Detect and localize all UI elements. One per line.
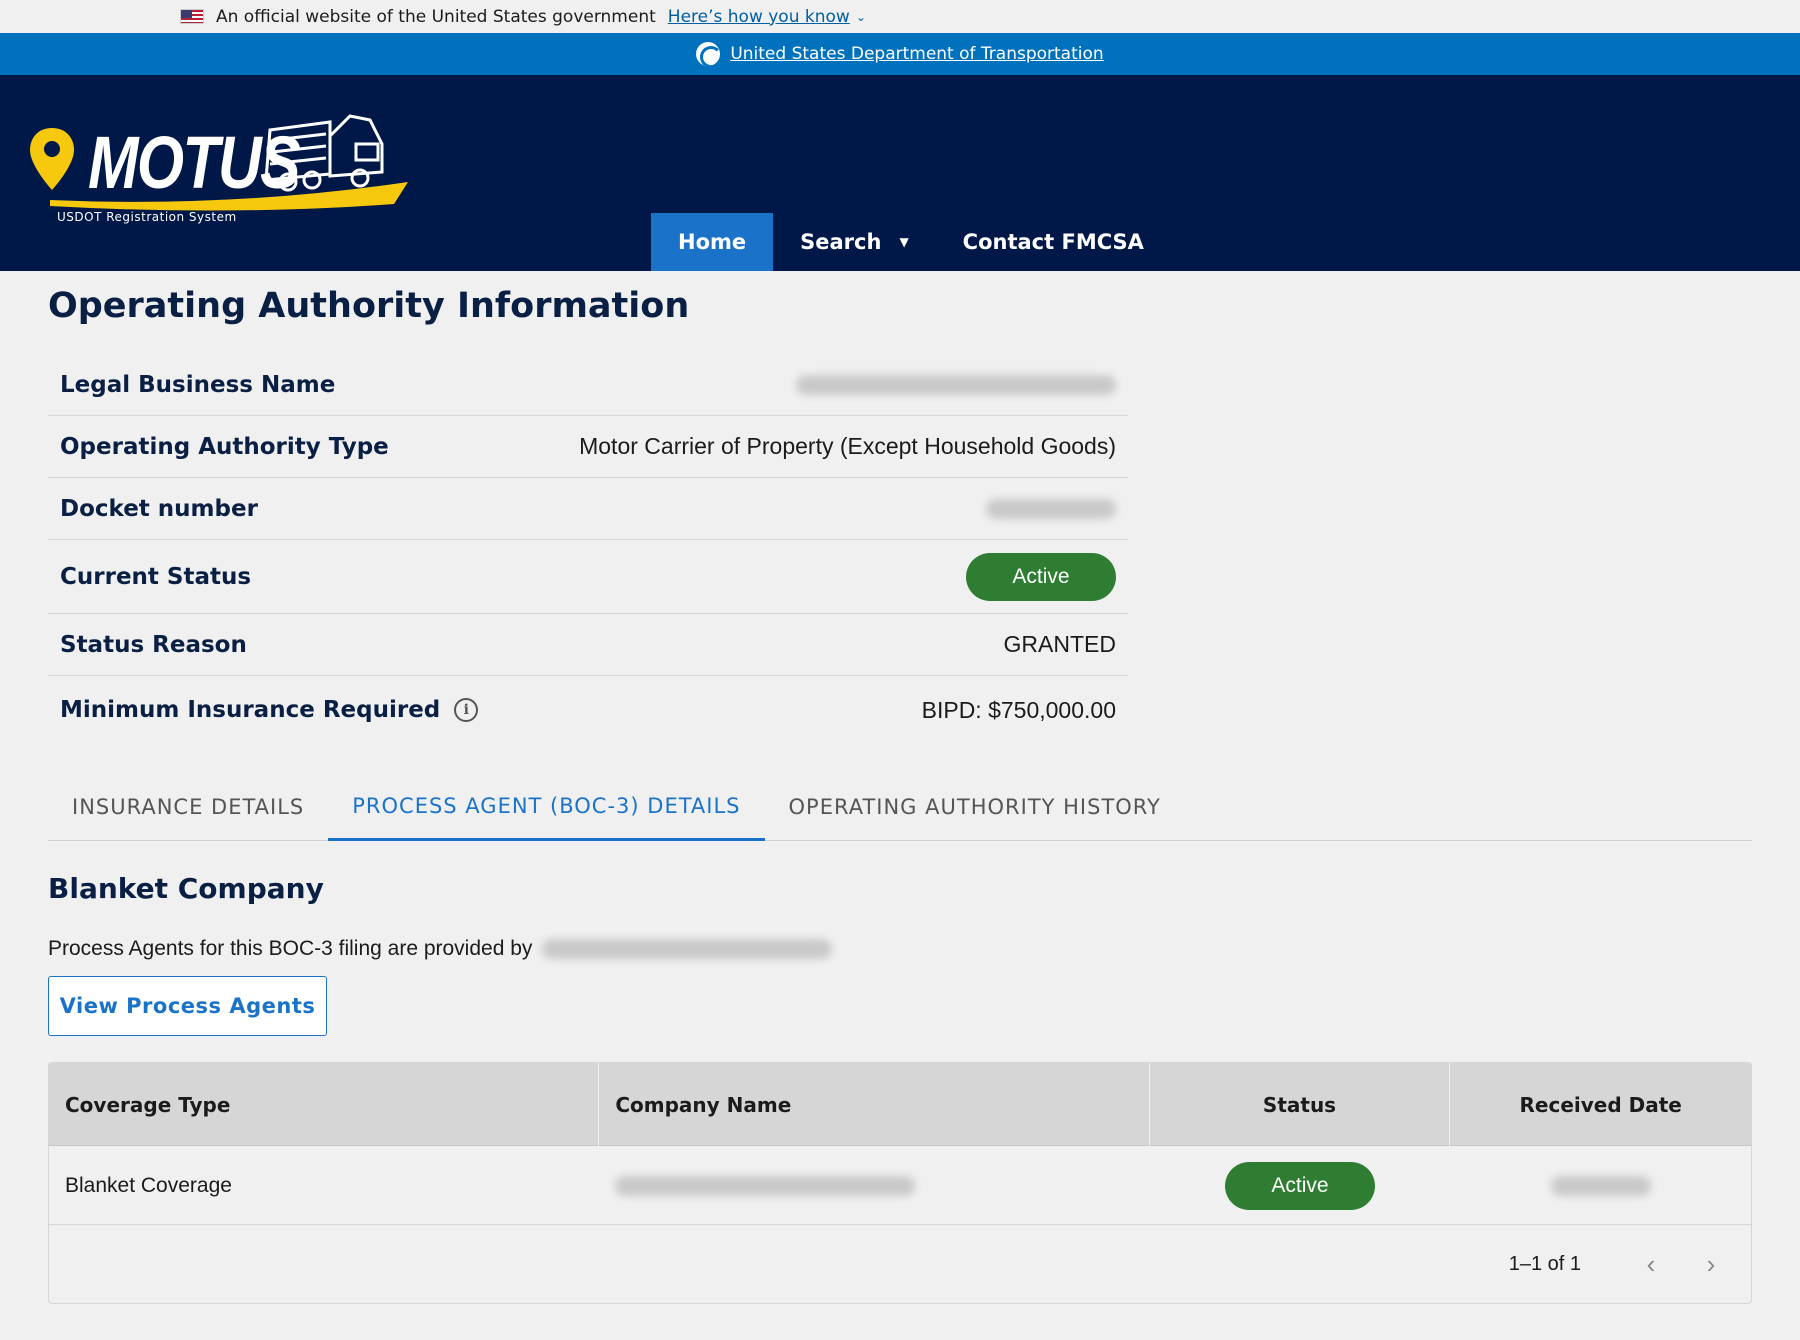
reason-label: Status Reason bbox=[60, 631, 247, 658]
type-label: Operating Authority Type bbox=[60, 433, 389, 460]
info-row-reason: Status Reason GRANTED bbox=[48, 614, 1128, 676]
type-value: Motor Carrier of Property (Except Househ… bbox=[579, 433, 1116, 459]
detail-tabs: INSURANCE DETAILS PROCESS AGENT (BOC-3) … bbox=[48, 773, 1752, 841]
site-header: MOTUS USDOT Registration System Home Sea… bbox=[0, 75, 1800, 271]
coverage-grid: Coverage Type Company Name Status Receiv… bbox=[48, 1062, 1752, 1304]
tab-insurance-details[interactable]: INSURANCE DETAILS bbox=[48, 773, 328, 841]
page-title: Operating Authority Information bbox=[48, 286, 690, 326]
main-nav: Home Search ▼ Contact FMCSA bbox=[651, 213, 1171, 271]
info-table: Legal Business Name Operating Authority … bbox=[48, 354, 1128, 744]
nav-search-label: Search bbox=[800, 230, 882, 254]
tab-process-agent-details[interactable]: PROCESS AGENT (BOC-3) DETAILS bbox=[328, 773, 765, 841]
gov-banner: An official website of the United States… bbox=[0, 0, 1800, 33]
cell-company-name bbox=[599, 1146, 1149, 1225]
insurance-value: BIPD: $750,000.00 bbox=[921, 696, 1116, 723]
info-row-status: Current Status Active bbox=[48, 540, 1128, 614]
cell-received-date bbox=[1450, 1146, 1751, 1225]
info-row-type: Operating Authority Type Motor Carrier o… bbox=[48, 416, 1128, 478]
info-row-legal-name: Legal Business Name bbox=[48, 354, 1128, 416]
status-badge: Active bbox=[966, 552, 1116, 601]
column-header-status[interactable]: Status bbox=[1150, 1063, 1451, 1146]
insurance-label: Minimum Insurance Required bbox=[60, 697, 441, 723]
dot-bar: United States Department of Transportati… bbox=[0, 33, 1800, 75]
caret-down-icon: ▼ bbox=[899, 235, 909, 249]
insurance-label-group: Minimum Insurance Required i bbox=[60, 697, 479, 723]
column-header-coverage-type[interactable]: Coverage Type bbox=[49, 1063, 600, 1146]
section-title: Blanket Company bbox=[48, 872, 324, 905]
nav-search[interactable]: Search ▼ bbox=[773, 213, 936, 271]
us-flag-icon bbox=[180, 9, 204, 24]
usdot-logo-icon bbox=[696, 42, 721, 66]
grid-pagination: 1–1 of 1 ‹ › bbox=[49, 1225, 1751, 1303]
status-label: Current Status bbox=[60, 563, 252, 590]
legal-name-value-redacted bbox=[796, 374, 1116, 395]
company-name-redacted bbox=[615, 1175, 916, 1196]
chevron-left-icon[interactable]: ‹ bbox=[1631, 1244, 1671, 1284]
grid-header-row: Coverage Type Company Name Status Receiv… bbox=[49, 1063, 1751, 1146]
view-process-agents-button[interactable]: View Process Agents bbox=[48, 976, 327, 1036]
process-agent-text: Process Agents for this BOC-3 filing are… bbox=[48, 937, 833, 961]
chevron-right-icon[interactable]: › bbox=[1691, 1244, 1731, 1284]
table-row[interactable]: Blanket Coverage Active bbox=[49, 1146, 1751, 1225]
pagination-count: 1–1 of 1 bbox=[1508, 1252, 1581, 1275]
reason-value: GRANTED bbox=[1003, 631, 1116, 657]
legal-name-label: Legal Business Name bbox=[60, 371, 336, 398]
received-date-redacted bbox=[1550, 1175, 1651, 1196]
docket-label: Docket number bbox=[60, 495, 258, 522]
column-header-received-date[interactable]: Received Date bbox=[1450, 1063, 1751, 1146]
info-row-insurance: Minimum Insurance Required i BIPD: $750,… bbox=[48, 676, 1128, 744]
info-icon[interactable]: i bbox=[454, 698, 479, 722]
motus-logo[interactable]: MOTUS USDOT Registration System bbox=[30, 100, 410, 230]
cell-status: Active bbox=[1150, 1146, 1451, 1225]
chevron-down-icon[interactable]: ⌄ bbox=[856, 10, 866, 24]
row-status-badge: Active bbox=[1225, 1161, 1376, 1210]
process-agent-company-redacted bbox=[542, 939, 833, 959]
cell-coverage-type: Blanket Coverage bbox=[65, 1173, 232, 1197]
docket-value-redacted bbox=[986, 498, 1116, 519]
column-header-company-name[interactable]: Company Name bbox=[599, 1063, 1150, 1146]
logo-subtitle: USDOT Registration System bbox=[57, 210, 237, 224]
logo-wordmark: MOTUS bbox=[88, 121, 301, 204]
how-you-know-link[interactable]: Here’s how you know bbox=[668, 7, 850, 27]
tab-operating-authority-history[interactable]: OPERATING AUTHORITY HISTORY bbox=[765, 773, 1185, 841]
info-row-docket: Docket number bbox=[48, 478, 1128, 540]
nav-contact[interactable]: Contact FMCSA bbox=[936, 213, 1171, 271]
dot-link[interactable]: United States Department of Transportati… bbox=[730, 44, 1103, 64]
process-agent-sentence: Process Agents for this BOC-3 filing are… bbox=[48, 937, 533, 960]
gov-banner-text: An official website of the United States… bbox=[216, 6, 656, 27]
nav-home[interactable]: Home bbox=[651, 213, 774, 271]
